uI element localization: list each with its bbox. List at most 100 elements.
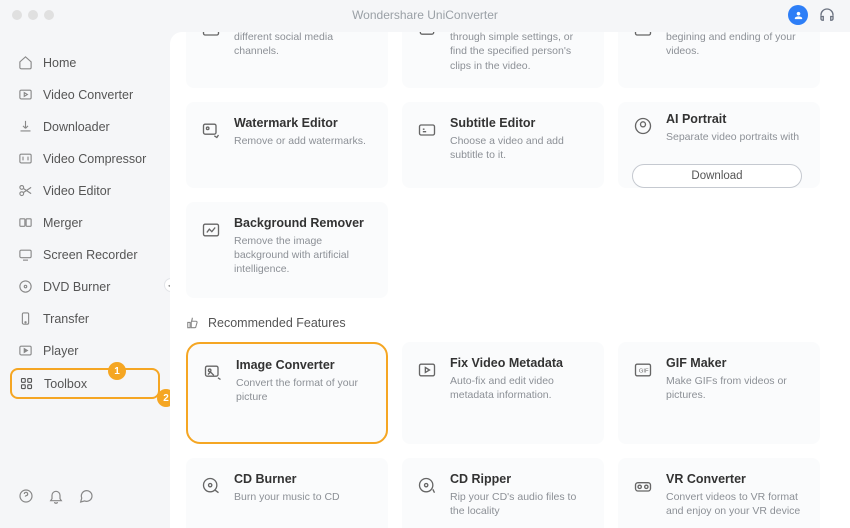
tool-card-image-converter[interactable]: Image Converter Convert the format of yo…	[186, 342, 388, 444]
card-title: Background Remover	[234, 216, 376, 231]
card-desc: Auto-fix and edit video metadata informa…	[450, 374, 592, 402]
tool-card-subtitle-editor[interactable]: Subtitle Editor Choose a video and add s…	[402, 102, 604, 188]
reframe-icon	[200, 32, 222, 40]
intro-outro-icon	[632, 32, 654, 40]
titlebar: Wondershare UniConverter	[0, 0, 850, 30]
card-title: AI Portrait	[666, 112, 799, 127]
tool-card-background-remover[interactable]: Background Remover Remove the image back…	[186, 202, 388, 298]
sidebar-item-label: Video Compressor	[43, 152, 146, 166]
window-controls[interactable]	[0, 10, 54, 20]
sidebar-item-screen-recorder[interactable]: Screen Recorder	[10, 240, 160, 269]
user-icon	[793, 10, 804, 21]
sidebar-item-video-converter[interactable]: Video Converter	[10, 80, 160, 109]
thumbs-up-icon	[186, 316, 200, 330]
video-converter-icon	[18, 87, 33, 102]
sidebar-item-dvd-burner[interactable]: DVD Burner	[10, 272, 160, 301]
sidebar-item-label: Video Editor	[43, 184, 111, 198]
card-title: Watermark Editor	[234, 116, 376, 131]
compressor-icon	[18, 151, 33, 166]
sidebar-item-label: Player	[43, 344, 78, 358]
sidebar-item-label: Home	[43, 56, 76, 70]
transfer-icon	[18, 311, 33, 326]
sidebar-item-label: Toolbox	[44, 377, 87, 391]
tool-card-vr-converter[interactable]: VR Converter Convert videos to VR format…	[618, 458, 820, 528]
merger-icon	[18, 215, 33, 230]
image-converter-icon	[202, 362, 224, 382]
dvd-icon	[18, 279, 33, 294]
player-icon	[18, 343, 33, 358]
download-icon	[18, 119, 33, 134]
bg-remover-icon	[200, 220, 222, 240]
app-title: Wondershare UniConverter	[352, 8, 498, 22]
tool-card-smart-trimmer[interactable]: Remove silent segments through simple se…	[402, 32, 604, 88]
feedback-icon[interactable]	[78, 488, 94, 504]
main-content: Automatically resize video for different…	[170, 32, 850, 528]
sidebar-item-video-compressor[interactable]: Video Compressor	[10, 144, 160, 173]
card-desc: Separate video portraits with	[666, 130, 799, 144]
card-desc: Batch remove or add the begining and end…	[666, 32, 808, 59]
sidebar-item-toolbox[interactable]: Toolbox	[10, 368, 160, 399]
download-button[interactable]: Download	[632, 164, 802, 188]
svg-text:GIF: GIF	[639, 369, 649, 375]
card-desc: Rip your CD's audio files to the localit…	[450, 490, 592, 518]
tool-card-intro-outro[interactable]: Batch remove or add the begining and end…	[618, 32, 820, 88]
sidebar-item-video-editor[interactable]: Video Editor	[10, 176, 160, 205]
card-desc: Burn your music to CD	[234, 490, 376, 504]
help-icon[interactable]	[18, 488, 34, 504]
card-title: GIF Maker	[666, 356, 808, 371]
sidebar-item-transfer[interactable]: Transfer	[10, 304, 160, 333]
close-dot[interactable]	[12, 10, 22, 20]
card-desc: Remove the image background with artific…	[234, 234, 376, 277]
card-desc: Make GIFs from videos or pictures.	[666, 374, 808, 402]
annotation-badge-1: 1	[108, 362, 126, 380]
tool-card-gif-maker[interactable]: GIF GIF Maker Make GIFs from videos or p…	[618, 342, 820, 444]
card-title: CD Burner	[234, 472, 376, 487]
sidebar-item-home[interactable]: Home	[10, 48, 160, 77]
tool-card-auto-reframe[interactable]: Automatically resize video for different…	[186, 32, 388, 88]
card-title: Image Converter	[236, 358, 374, 373]
tool-card-ai-portrait[interactable]: AI Portrait Separate video portraits wit…	[618, 102, 820, 188]
cd-ripper-icon	[416, 476, 438, 496]
tool-card-fix-video-metadata[interactable]: Fix Video Metadata Auto-fix and edit vid…	[402, 342, 604, 444]
section-title: Recommended Features	[208, 316, 346, 330]
card-desc: Convert videos to VR format and enjoy on…	[666, 490, 808, 518]
card-desc: Remove or add watermarks.	[234, 134, 376, 148]
gif-icon: GIF	[632, 360, 654, 380]
sidebar-item-label: Video Converter	[43, 88, 133, 102]
tool-card-cd-ripper[interactable]: CD Ripper Rip your CD's audio files to t…	[402, 458, 604, 528]
support-icon[interactable]	[818, 6, 836, 24]
tool-card-cd-burner[interactable]: CD Burner Burn your music to CD	[186, 458, 388, 528]
trimmer-icon	[416, 32, 438, 40]
sidebar-item-downloader[interactable]: Downloader	[10, 112, 160, 141]
minimize-dot[interactable]	[28, 10, 38, 20]
sidebar: Home Video Converter Downloader Video Co…	[0, 30, 170, 528]
recommended-header: Recommended Features	[186, 316, 834, 330]
tool-card-watermark-editor[interactable]: Watermark Editor Remove or add watermark…	[186, 102, 388, 188]
card-title: CD Ripper	[450, 472, 592, 487]
bell-icon[interactable]	[48, 488, 64, 504]
sidebar-item-label: Transfer	[43, 312, 89, 326]
ai-portrait-icon	[632, 116, 654, 136]
card-title: Subtitle Editor	[450, 116, 592, 131]
card-title: Fix Video Metadata	[450, 356, 592, 371]
card-title: VR Converter	[666, 472, 808, 487]
sidebar-item-label: DVD Burner	[43, 280, 110, 294]
sidebar-item-label: Screen Recorder	[43, 248, 138, 262]
user-avatar[interactable]	[788, 5, 808, 25]
maximize-dot[interactable]	[44, 10, 54, 20]
watermark-icon	[200, 120, 222, 140]
scissors-icon	[18, 183, 33, 198]
sidebar-item-player[interactable]: Player	[10, 336, 160, 365]
subtitle-icon	[416, 120, 438, 140]
metadata-icon	[416, 360, 438, 380]
card-desc: Automatically resize video for different…	[234, 32, 376, 59]
card-desc: Convert the format of your picture	[236, 376, 374, 404]
vr-icon	[632, 476, 654, 496]
toolbox-icon	[19, 376, 34, 391]
sidebar-item-label: Merger	[43, 216, 83, 230]
sidebar-item-merger[interactable]: Merger	[10, 208, 160, 237]
screen-recorder-icon	[18, 247, 33, 262]
home-icon	[18, 55, 33, 70]
card-desc: Choose a video and add subtitle to it.	[450, 134, 592, 162]
cd-burner-icon	[200, 476, 222, 496]
